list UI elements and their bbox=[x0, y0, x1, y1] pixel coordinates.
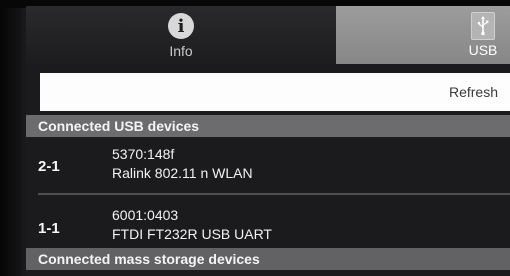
device-vid-pid: 6001:0403 bbox=[112, 207, 179, 223]
tab-info-label: Info bbox=[169, 43, 193, 59]
device-bezel bbox=[0, 0, 26, 276]
divider bbox=[38, 193, 510, 195]
device-bus-id: 2-1 bbox=[38, 158, 60, 175]
device-name: FTDI FT232R USB UART bbox=[112, 226, 272, 242]
info-icon: i bbox=[168, 13, 194, 39]
tab-info[interactable]: i Info bbox=[26, 6, 336, 64]
usb-icon bbox=[471, 12, 495, 40]
device-bus-id: 1-1 bbox=[38, 220, 60, 237]
device-name: Ralink 802.11 n WLAN bbox=[112, 165, 253, 181]
tab-usb-label: USB bbox=[468, 42, 498, 58]
list-item[interactable]: 2-1 5370:148f Ralink 802.11 n WLAN bbox=[26, 138, 510, 192]
tab-bar: i Info USB bbox=[26, 6, 510, 64]
device-vid-pid: 5370:148f bbox=[112, 146, 175, 162]
usb-screen: i Info USB Refresh Connected USB devices bbox=[26, 6, 510, 276]
mass-storage-header: Connected mass storage devices bbox=[26, 248, 510, 270]
list-item[interactable]: 1-1 6001:0403 FTDI FT232R USB UART bbox=[26, 199, 510, 249]
refresh-button[interactable]: Refresh bbox=[40, 73, 510, 111]
usb-devices-header: Connected USB devices bbox=[26, 115, 510, 137]
refresh-label: Refresh bbox=[448, 84, 498, 100]
tab-usb[interactable]: USB bbox=[336, 6, 510, 64]
